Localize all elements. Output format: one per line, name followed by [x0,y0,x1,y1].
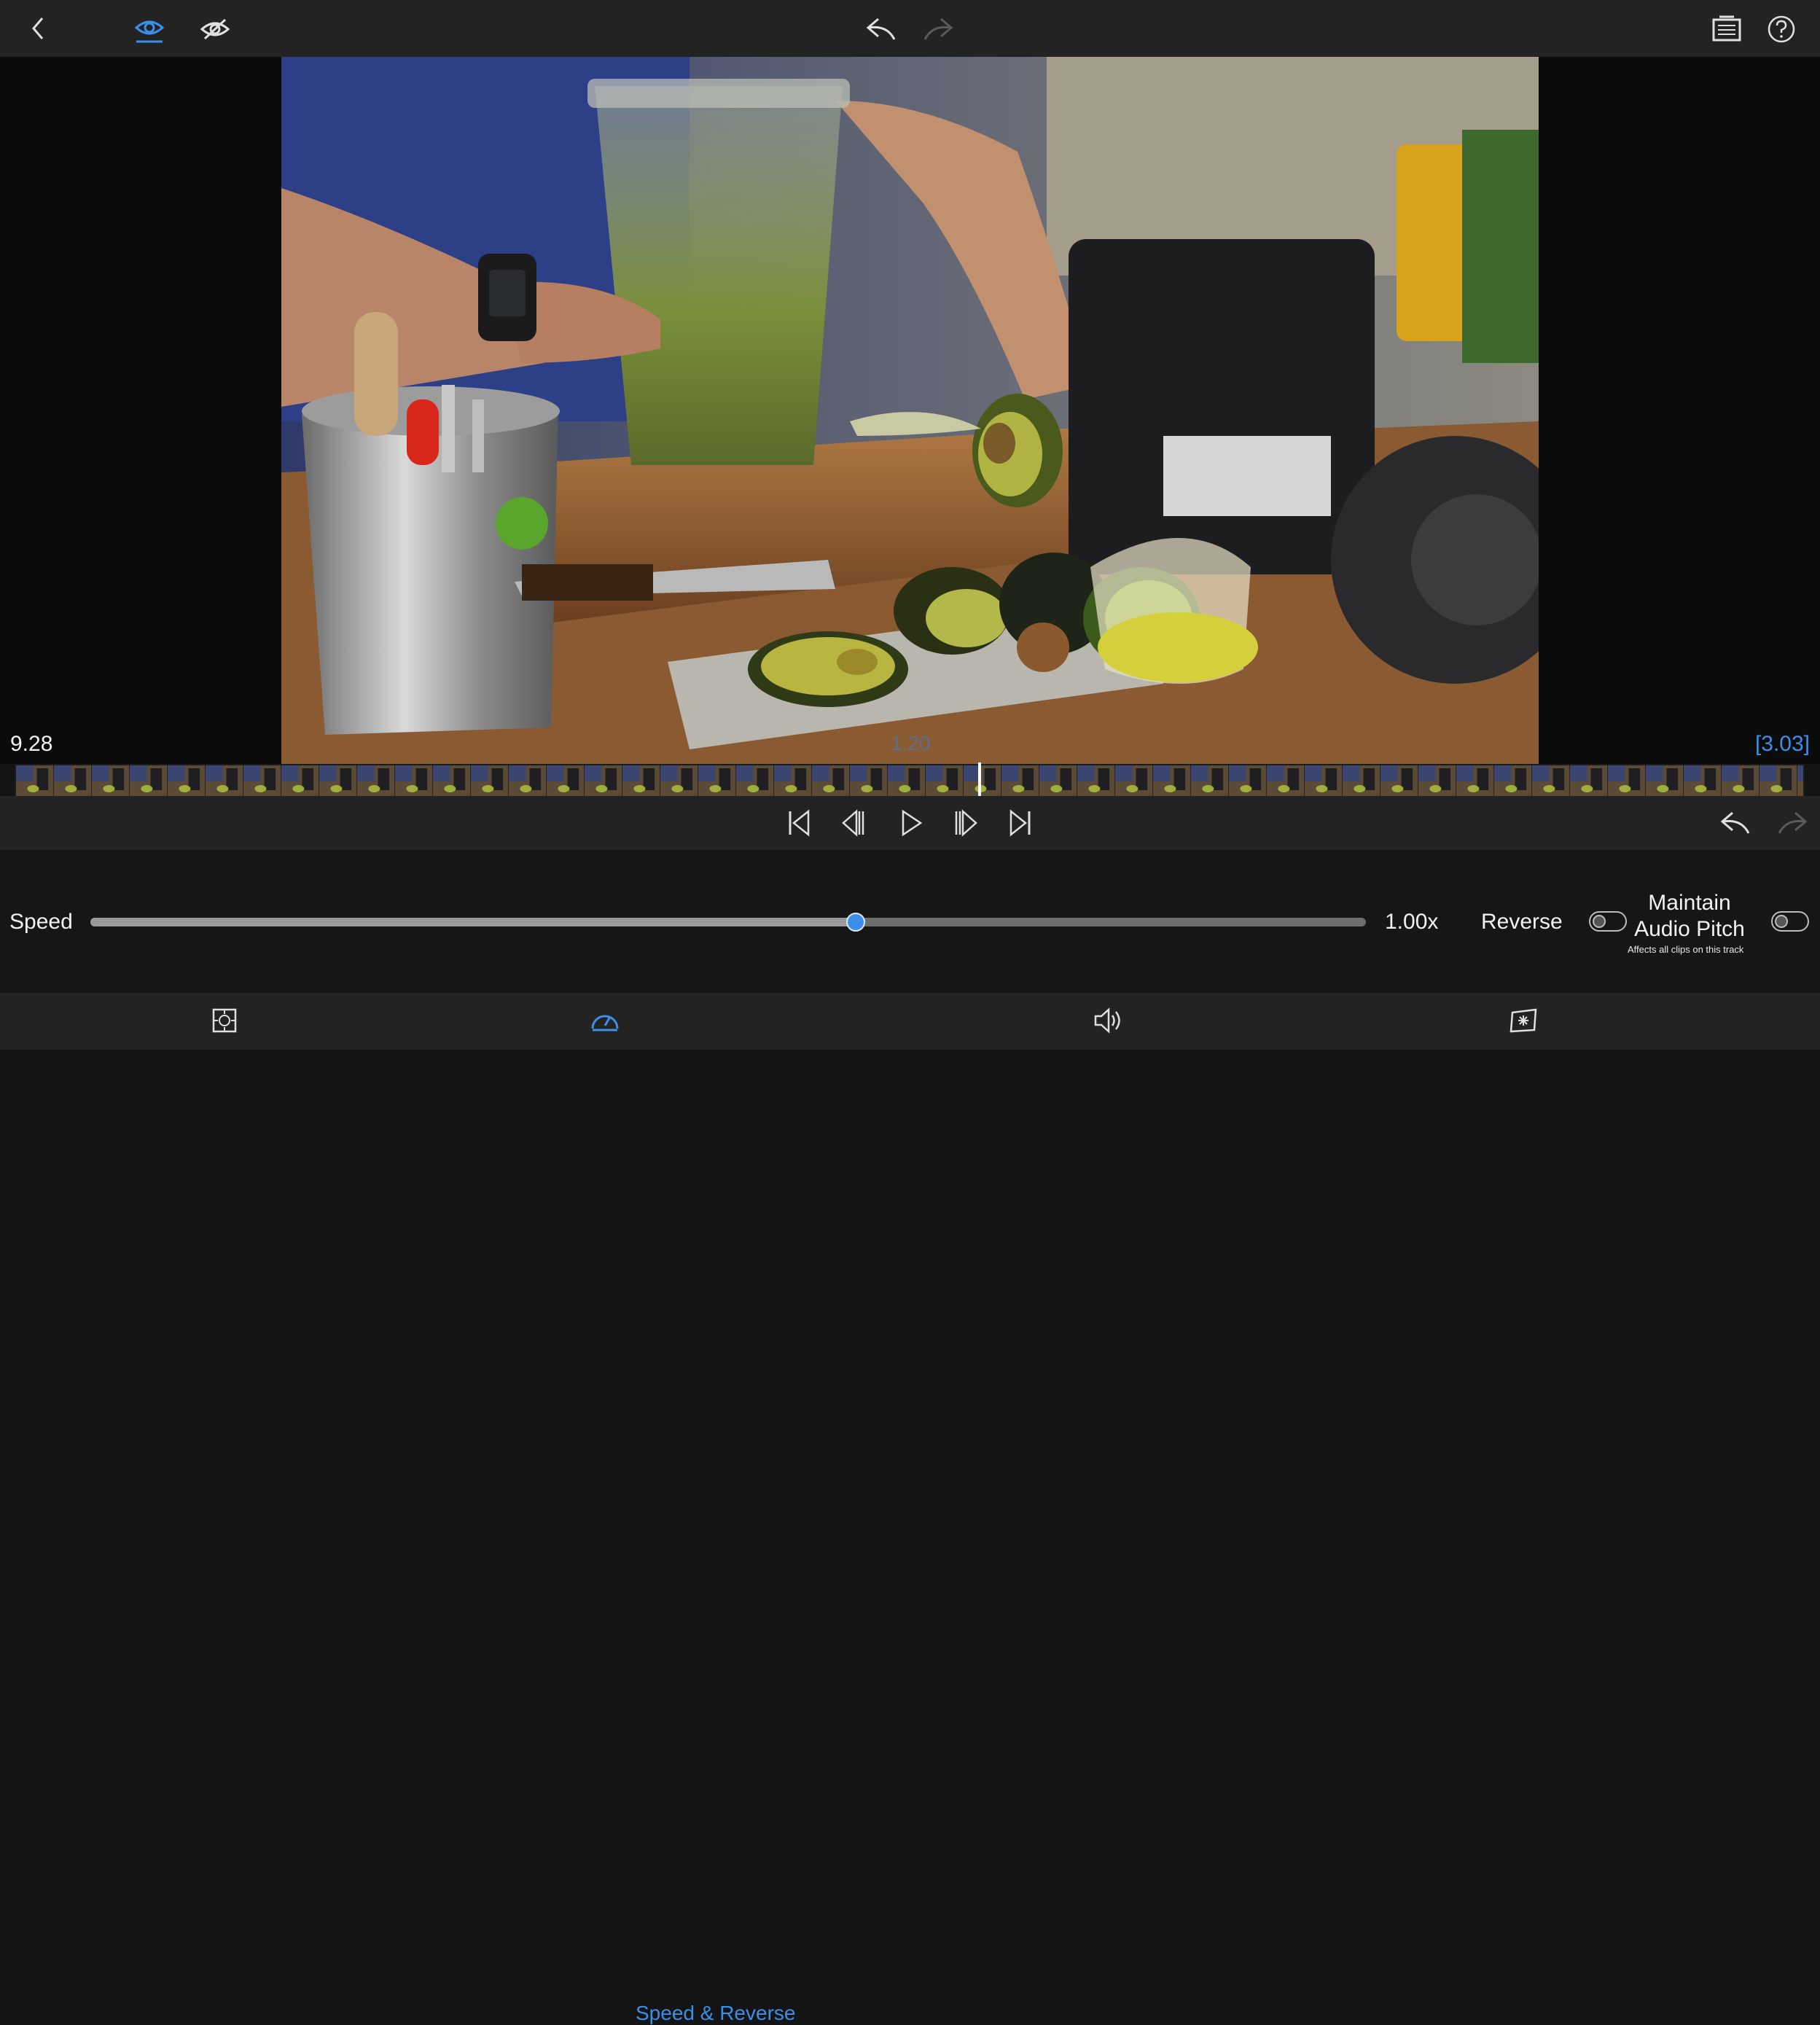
filmstrip-frame [1380,765,1418,796]
filmstrip-frame [1608,765,1646,796]
filmstrip-frame [357,765,395,796]
tab-speed-reverse[interactable]: Speed & Reverse [636,2002,795,2025]
speedometer-icon[interactable] [589,1004,621,1037]
filmstrip-frame [1418,765,1456,796]
filmstrip-frame [243,765,281,796]
filmstrip-frame [1305,765,1343,796]
filmstrip-frame [1760,765,1797,796]
speed-slider-thumb[interactable] [846,913,865,932]
filmstrip-frame [926,765,964,796]
filmstrip-frame [888,765,926,796]
filmstrip-frame [1077,765,1115,796]
help-icon[interactable] [1765,13,1797,45]
filmstrip-frame [1267,765,1305,796]
filmstrip-frame [660,765,698,796]
transform-icon[interactable] [210,1004,239,1037]
filmstrip-frame [547,765,585,796]
video-frame[interactable] [281,57,1539,764]
filmstrip-frame [774,765,812,796]
filmstrip-frame [1229,765,1267,796]
top-toolbar [0,0,1820,57]
filmstrip-frame [1722,765,1760,796]
filmstrip-thumbnails [16,765,1803,796]
step-back-icon[interactable] [840,806,866,840]
filmstrip-frame [964,765,1001,796]
maintain-note: Affects all clips on this track [1628,944,1744,955]
bottom-tab-bar: Speed & Reverse [0,993,1820,2024]
reverse-label: Reverse [1481,910,1563,934]
list-panel-icon[interactable] [1710,13,1743,45]
kitchen-avocado-scene [281,57,1539,764]
volume-icon[interactable] [1092,1004,1124,1037]
step-forward-icon[interactable] [953,806,980,840]
filmstrip-frame [1684,765,1722,796]
speed-value: 1.00x [1385,910,1439,934]
video-preview-area [0,57,1820,764]
skip-to-start-icon[interactable] [786,806,812,840]
filmstrip-frame [736,765,774,796]
filmstrip-frame [1039,765,1077,796]
maintain-label-line2: Audio Pitch [1634,917,1745,941]
filmstrip-frame [509,765,547,796]
filmstrip-frame [1797,765,1803,796]
maintain-pitch-toggle-knob [1775,915,1788,928]
filmstrip-frame [1494,765,1532,796]
redo-icon[interactable] [920,13,955,45]
filmstrip-frame [1456,765,1494,796]
maintain-pitch-toggle[interactable] [1771,911,1809,932]
filmstrip-frame [850,765,888,796]
filmstrip-frame [1191,765,1229,796]
undo-icon[interactable] [864,13,899,45]
eye-visible-icon[interactable] [133,13,166,45]
effects-icon[interactable] [1507,1004,1539,1037]
filmstrip-frame [54,765,92,796]
reverse-toggle-knob [1593,915,1606,928]
clip-filmstrip[interactable] [15,764,1805,797]
timeline-undo-icon[interactable] [1719,808,1754,838]
back-chevron-icon[interactable] [23,10,52,47]
filmstrip-frame [585,765,622,796]
timecode-playhead: 1.20 [891,732,931,754]
filmstrip-frame [395,765,433,796]
filmstrip-frame [92,765,130,796]
filmstrip-frame [433,765,471,796]
play-icon[interactable] [898,806,924,840]
transport-controls [0,796,1820,850]
maintain-label-line1: Maintain [1648,891,1731,915]
eye-hidden-icon[interactable] [198,13,232,45]
filmstrip-frame [16,765,54,796]
filmstrip-frame [1570,765,1608,796]
filmstrip-frame [1115,765,1153,796]
filmstrip-frame [812,765,850,796]
filmstrip-frame [319,765,357,796]
filmstrip-frame [1001,765,1039,796]
timeline-redo-icon[interactable] [1774,808,1809,838]
timecode-right: [3.03] [1754,732,1810,756]
timecode-left: 9.28 [10,732,53,756]
filmstrip-frame [1343,765,1380,796]
speed-label: Speed [9,910,73,934]
filmstrip-frame [1646,765,1684,796]
filmstrip-frame [622,765,660,796]
skip-to-end-icon[interactable] [1007,806,1034,840]
filmstrip-frame [168,765,206,796]
filmstrip-frame [130,765,168,796]
filmstrip-frame [698,765,736,796]
playhead-marker[interactable] [978,762,982,796]
filmstrip-frame [281,765,319,796]
reverse-toggle[interactable] [1589,911,1627,932]
filmstrip-frame [1153,765,1191,796]
filmstrip-frame [1532,765,1570,796]
filmstrip-frame [471,765,509,796]
speed-slider-fill [90,918,856,926]
filmstrip-frame [206,765,243,796]
